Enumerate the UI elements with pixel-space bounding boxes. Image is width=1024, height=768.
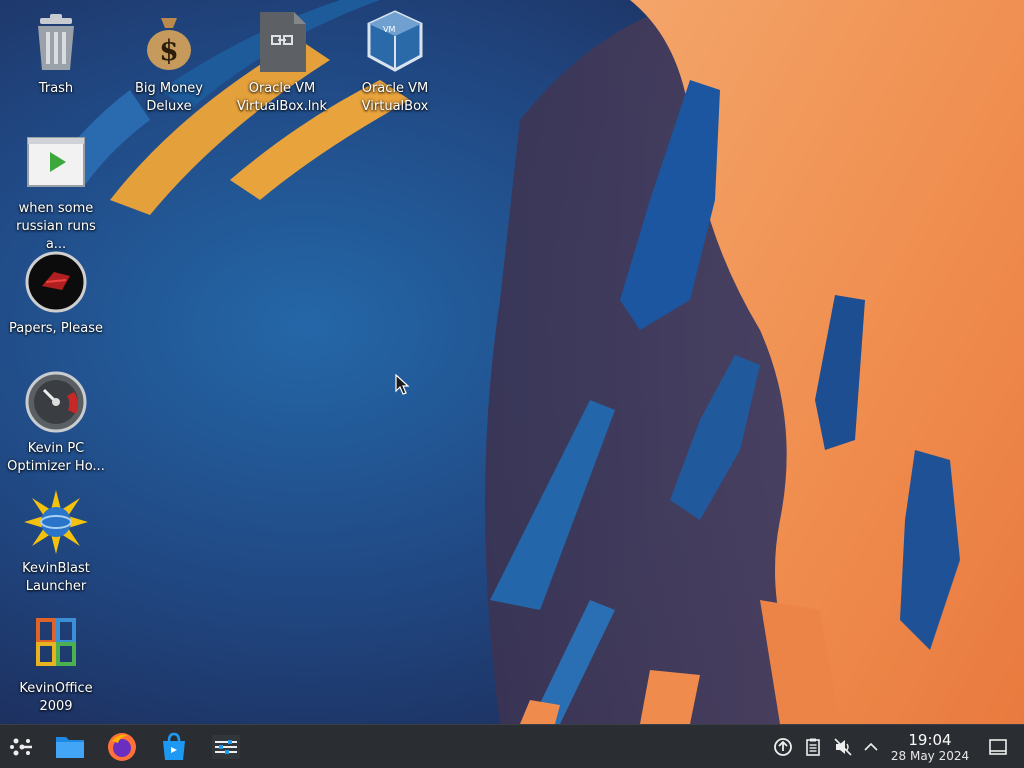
digital-clock[interactable]: 19:04 28 May 2024 bbox=[880, 731, 980, 764]
money-bag-icon: $ bbox=[147, 18, 191, 70]
file-manager-icon[interactable] bbox=[54, 731, 86, 763]
desktop-icon-label: Oracle VM VirtualBox bbox=[361, 81, 429, 114]
desktop-icon-label: Oracle VM VirtualBox.lnk bbox=[236, 81, 328, 114]
taskbar-panel: 19:04 28 May 2024 bbox=[0, 724, 1024, 768]
volume-muted-icon[interactable] bbox=[833, 737, 853, 757]
desktop-icon-label: Big Money Deluxe bbox=[134, 81, 203, 114]
desktop-icon-big-money-deluxe[interactable]: $ Big Money Deluxe bbox=[113, 10, 225, 116]
clock-time: 19:04 bbox=[908, 731, 952, 749]
desktop-icon-kevinblast-launcher[interactable]: KevinBlast Launcher bbox=[0, 490, 112, 596]
papers-please-icon bbox=[25, 251, 87, 313]
desktop-icon-virtualbox[interactable]: VM Oracle VM VirtualBox bbox=[339, 10, 451, 116]
link-file-icon bbox=[260, 12, 306, 72]
show-hidden-chevron-icon[interactable] bbox=[861, 737, 881, 757]
desktop-icon-kevinoffice-2009[interactable]: KevinOffice 2009 bbox=[0, 610, 112, 716]
desktop-icon-label: Papers, Please bbox=[8, 321, 104, 336]
globe-burst-icon bbox=[24, 490, 88, 554]
desktop-icon-label: Kevin PC Optimizer Ho... bbox=[7, 441, 105, 474]
system-settings-icon[interactable] bbox=[210, 731, 242, 763]
show-desktop-icon[interactable] bbox=[988, 737, 1008, 757]
desktop-icon-label: KevinBlast Launcher bbox=[22, 561, 90, 594]
update-notifier-icon[interactable] bbox=[773, 737, 793, 757]
office-icon bbox=[36, 618, 76, 666]
desktop-icon-papers-please[interactable]: Papers, Please bbox=[0, 250, 112, 338]
clipboard-icon[interactable] bbox=[803, 737, 823, 757]
svg-text:$: $ bbox=[159, 34, 178, 67]
discover-store-icon[interactable] bbox=[158, 731, 190, 763]
firefox-icon[interactable] bbox=[106, 731, 138, 763]
desktop-icon-kevin-pc-optimizer[interactable]: Kevin PC Optimizer Ho... bbox=[0, 370, 112, 476]
desktop-icon-label: when some russian runs a... bbox=[16, 201, 96, 252]
desktop-icon-trash[interactable]: Trash bbox=[0, 10, 112, 98]
desktop-icon-label: KevinOffice 2009 bbox=[19, 681, 93, 714]
desktop-icon-virtualbox-lnk[interactable]: Oracle VM VirtualBox.lnk bbox=[226, 10, 338, 116]
application-launcher-icon[interactable] bbox=[6, 731, 38, 763]
clock-date: 28 May 2024 bbox=[890, 749, 970, 763]
desktop-icon-video-file[interactable]: when some russian runs a... bbox=[0, 130, 112, 254]
virtualbox-icon: VM bbox=[367, 10, 423, 72]
video-file-icon bbox=[27, 137, 85, 187]
desktop-icon-label: Trash bbox=[38, 81, 74, 96]
gauge-icon bbox=[25, 371, 87, 433]
mouse-cursor-icon bbox=[395, 374, 410, 395]
svg-text:VM: VM bbox=[383, 25, 395, 34]
trash-icon bbox=[38, 14, 74, 70]
